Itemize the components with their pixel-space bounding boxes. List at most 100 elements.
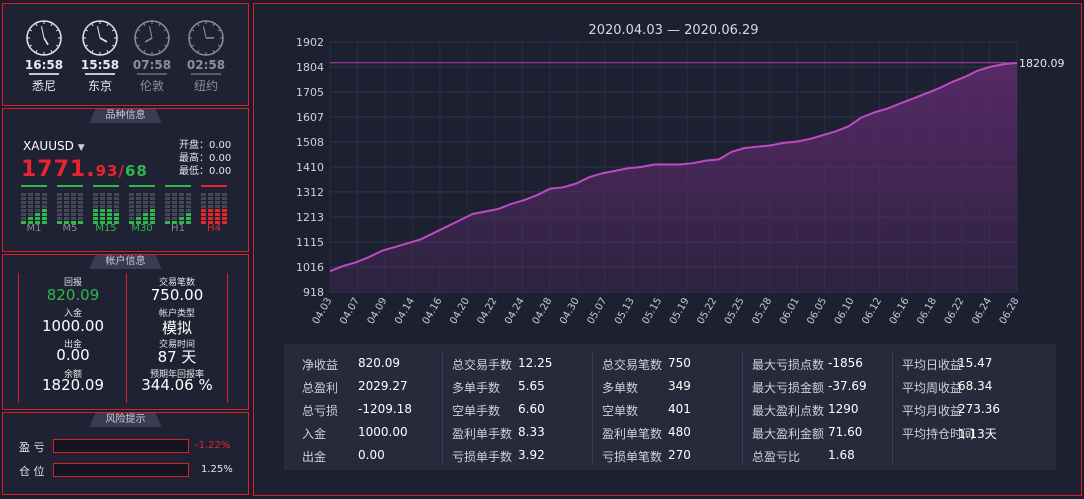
signal-segment <box>35 213 40 216</box>
signal-segment <box>78 201 83 204</box>
signal-segment <box>78 209 83 212</box>
stat-label: 亏损单手数 <box>452 450 513 464</box>
signal-segment <box>222 205 227 208</box>
signal-segment <box>93 209 98 212</box>
signal-segment <box>215 201 220 204</box>
signal-segment <box>165 217 170 220</box>
signal-segment <box>93 213 98 216</box>
stat-label: 总亏损 <box>302 404 339 418</box>
signal-segment <box>42 213 47 216</box>
signal-segment <box>42 197 47 200</box>
column-divider <box>892 352 893 464</box>
signal-segment <box>78 217 83 220</box>
signal-segment <box>165 205 170 208</box>
signal-segment <box>71 209 76 212</box>
clock-1: 15:58 东京 <box>75 20 125 94</box>
signal-segment <box>93 193 98 196</box>
signal-segment <box>28 209 33 212</box>
y-tick-label: 918 <box>303 286 324 299</box>
signal-segment <box>165 193 170 196</box>
signal-segment <box>28 217 33 220</box>
signal-segment <box>64 205 69 208</box>
x-tick-label: 04.20 <box>448 296 472 326</box>
stat-value: 1.68 <box>828 448 855 462</box>
clock-underline <box>29 73 59 75</box>
signal-segment <box>136 209 141 212</box>
stat-label: 最大亏损点数 <box>752 358 825 372</box>
signal-segment <box>150 193 155 196</box>
signal-segment <box>42 209 47 212</box>
stat-label: 盈利单笔数 <box>602 427 663 441</box>
stat-value: 6.60 <box>518 402 545 416</box>
signal-segment <box>71 205 76 208</box>
symbol-selector[interactable]: XAUUSD ▼ <box>23 139 85 153</box>
signal-segment <box>165 213 170 216</box>
signal-segment <box>172 193 177 196</box>
signal-segment <box>64 193 69 196</box>
signal-segment <box>201 197 206 200</box>
signal-segment <box>222 217 227 220</box>
signal-segment <box>57 205 62 208</box>
signal-segment <box>129 197 134 200</box>
stat-value: 1.13天 <box>958 427 997 441</box>
price-main: 1771. <box>21 157 96 182</box>
signal-segment <box>100 201 105 204</box>
position-label: 仓 位 <box>19 465 45 478</box>
stat-label: 入金 <box>302 427 327 441</box>
y-tick-label: 1508 <box>296 136 324 149</box>
signal-segment <box>28 193 33 196</box>
signal-segment <box>136 205 141 208</box>
signal-segment <box>78 197 83 200</box>
x-tick-label: 05.19 <box>668 296 692 326</box>
signal-segment <box>114 197 119 200</box>
stat-value: 401 <box>668 402 691 416</box>
signal-segment <box>100 197 105 200</box>
signal-segment <box>57 217 62 220</box>
stat-value: 270 <box>668 448 691 462</box>
y-tick-label: 1115 <box>296 236 324 249</box>
signal-segment <box>186 197 191 200</box>
signal-segment <box>35 209 40 212</box>
signal-segment <box>42 193 47 196</box>
signal-segment <box>186 213 191 216</box>
signal-segment <box>129 217 134 220</box>
stat-label: 空单手数 <box>452 404 501 418</box>
stat-label: 最大盈利金额 <box>752 427 825 441</box>
timeframe-label: M5 <box>62 223 78 234</box>
stat-value: -1209.18 <box>358 402 412 416</box>
x-tick-label: 05.25 <box>723 296 747 326</box>
stat-value: 71.60 <box>828 425 863 439</box>
signal-segment <box>100 213 105 216</box>
stat-value: 1000.00 <box>358 425 408 439</box>
profit-label: 盈 亏 <box>19 441 45 454</box>
price-display: 1771.93/68 <box>21 157 148 182</box>
stat-value: -37.69 <box>828 379 867 393</box>
signal-segment <box>222 201 227 204</box>
x-tick-label: 05.07 <box>586 296 610 326</box>
stats-table: 净收益 820.09 总盈利 2029.27 总亏损 -1209.18 入金 1000.00 出… <box>284 344 1056 470</box>
stat-label: 总交易手数 <box>452 358 513 372</box>
return-value: 820.09 <box>46 286 100 304</box>
signal-cap <box>57 185 83 187</box>
signal-segment <box>71 213 76 216</box>
clock-panel: 16:58 悉尼 15:58 东京 07:58 伦敦 02:58 纽约 <box>2 3 249 106</box>
signal-segment <box>35 217 40 220</box>
profit-bar <box>53 439 189 453</box>
trade-days-value: 87 天 <box>157 348 197 366</box>
signal-cap <box>93 185 119 187</box>
signal-segment <box>136 197 141 200</box>
clock-0: 16:58 悉尼 <box>19 20 69 94</box>
clock-icon <box>188 20 224 56</box>
signal-segment <box>28 205 33 208</box>
signal-segment <box>107 213 112 216</box>
position-value: 1.25% <box>201 464 233 475</box>
signal-segment <box>28 213 33 216</box>
clock-time: 07:58 <box>132 58 172 72</box>
y-tick-label: 1804 <box>296 61 324 74</box>
signal-segment <box>114 201 119 204</box>
signal-segment <box>208 209 213 212</box>
profit-value: -1.22% <box>195 440 231 451</box>
signal-segment <box>21 205 26 208</box>
signal-segment <box>93 201 98 204</box>
signal-segment <box>21 201 26 204</box>
